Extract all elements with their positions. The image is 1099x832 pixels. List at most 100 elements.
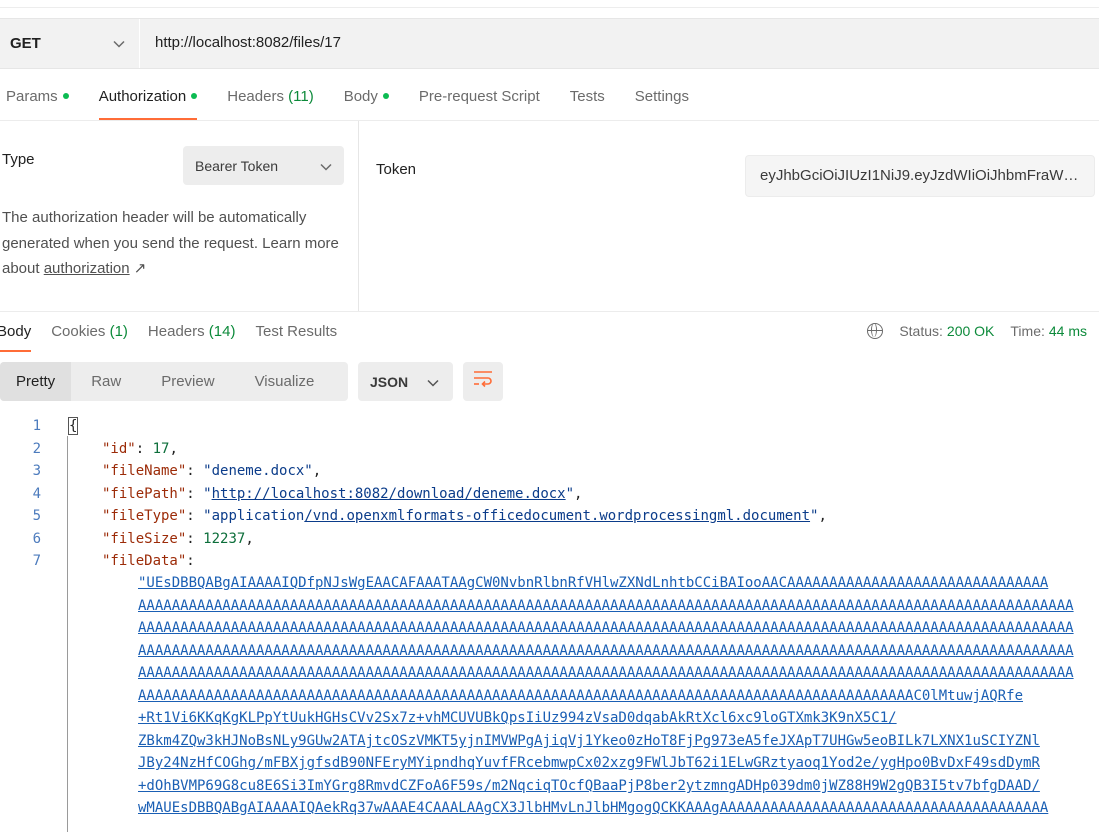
tab-settings-label: Settings — [634, 88, 689, 105]
url-input[interactable]: http://localhost:8082/files/17 — [155, 34, 341, 51]
filedata-line[interactable]: +dOhBVMP69G8cu8E6Si3ImYGrg8RmvdCZFoA6F59… — [138, 778, 1040, 794]
response-tab-cookies-count: (1) — [109, 323, 128, 340]
line-number: 7 — [32, 553, 41, 569]
tab-params[interactable]: Params — [6, 80, 69, 120]
time-value[interactable]: 44 ms — [1049, 323, 1087, 339]
line-number: 5 — [32, 508, 41, 524]
response-tab-headers[interactable]: Headers (14) — [148, 314, 236, 352]
wrap-lines-icon — [473, 370, 493, 393]
tab-headers-count: (11) — [288, 88, 314, 105]
tab-tests[interactable]: Tests — [570, 80, 605, 120]
time-label: Time: — [1010, 323, 1045, 339]
chevron-down-icon — [427, 374, 439, 390]
json-line-filesize: "fileSize": 12237, — [102, 531, 254, 547]
json-key: "filePath" — [102, 486, 187, 502]
auth-type-value: Bearer Token — [195, 157, 279, 174]
filepath-link[interactable]: http://localhost:8082/download/deneme.do… — [212, 486, 566, 502]
token-input[interactable]: eyJhbGciOiJIUzI1NiJ9.eyJzdWIiOiJhbmFraWx… — [745, 155, 1095, 197]
tab-settings[interactable]: Settings — [635, 80, 689, 120]
response-tab-body[interactable]: Body — [0, 314, 32, 352]
filedata-line[interactable]: "UEsDBBQABgAIAAAAIQDfpNJsWgEAACAFAAATAAg… — [138, 575, 1048, 591]
filetype-link[interactable]: /vnd.openxmlformats-officedocument.wordp… — [304, 508, 810, 524]
response-tabs: Body Cookies (1) Headers (14) Test Resul… — [0, 314, 357, 352]
response-divider — [0, 311, 1099, 312]
json-line-filetype: "fileType": "application/vnd.openxmlform… — [102, 508, 827, 524]
line-number: 1 — [32, 418, 41, 434]
view-raw[interactable]: Raw — [71, 373, 141, 390]
request-tabs: Params Authorization Headers (11) Body P… — [0, 80, 719, 120]
json-key: "fileSize" — [102, 531, 187, 547]
tab-authorization[interactable]: Authorization — [98, 80, 198, 120]
wrap-lines-button[interactable] — [463, 362, 503, 401]
tab-pre-request-script-label: Pre-request Script — [418, 88, 540, 105]
response-tab-test-results[interactable]: Test Results — [255, 314, 337, 352]
format-label: JSON — [370, 373, 409, 390]
json-value: "deneme.docx" — [203, 463, 313, 479]
authorization-link[interactable]: authorization — [44, 260, 130, 277]
response-tab-headers-label: Headers — [147, 323, 205, 340]
filedata-line[interactable]: JBy24NzHfCOGhg/mFBXjgfsdB90NFEryMYipndhq… — [138, 755, 1040, 771]
external-link-icon: ↗ — [133, 260, 147, 277]
filedata-line[interactable]: ZBkm4ZQw3kHJNoBsNLy9GUw2ATAjtcOSzVMKT5yj… — [138, 733, 1040, 749]
filedata-line[interactable]: AAAAAAAAAAAAAAAAAAAAAAAAAAAAAAAAAAAAAAAA… — [138, 665, 1074, 681]
auth-type-pane: Type Bearer Token The authorization head… — [0, 121, 359, 311]
filedata-line[interactable]: AAAAAAAAAAAAAAAAAAAAAAAAAAAAAAAAAAAAAAAA… — [138, 643, 1074, 659]
status-dot — [62, 93, 69, 100]
response-status: Status: 200 OK Time: 44 ms — [867, 323, 1087, 339]
json-line-filename: "fileName": "deneme.docx", — [102, 463, 322, 479]
line-number: 4 — [32, 486, 41, 502]
open-brace: { — [67, 417, 79, 435]
view-visualize[interactable]: Visualize — [235, 373, 335, 390]
chevron-down-icon — [320, 158, 332, 174]
tab-pre-request-script[interactable]: Pre-request Script — [419, 80, 540, 120]
globe-icon[interactable] — [867, 323, 884, 339]
auth-token-pane: Token eyJhbGciOiJIUzI1NiJ9.eyJzdWIiOiJhb… — [360, 121, 1099, 311]
status-label: Status: — [899, 323, 943, 339]
format-select[interactable]: JSON — [358, 362, 453, 401]
tab-body[interactable]: Body — [344, 80, 389, 120]
json-value: 17 — [152, 441, 170, 457]
line-number: 6 — [32, 531, 41, 547]
json-value: "application — [203, 508, 305, 524]
view-preview[interactable]: Preview — [141, 373, 234, 390]
filedata-line[interactable]: wMAUEsDBBQABgAIAAAAIQAekRq37wAAAE4CAAALA… — [138, 800, 1048, 816]
response-tab-cookies[interactable]: Cookies (1) — [51, 314, 128, 352]
top-divider — [0, 7, 1099, 8]
status-value[interactable]: 200 OK — [947, 323, 994, 339]
response-body-editor[interactable]: 1 2 3 4 5 6 7 { "id": 17, "fileName": "d… — [0, 414, 1099, 832]
auth-help-text: The authorization header will be automat… — [2, 205, 342, 282]
line-number: 2 — [32, 441, 41, 457]
json-line-id: "id": 17, — [102, 441, 178, 457]
chevron-down-icon — [113, 36, 125, 51]
filedata-line[interactable]: AAAAAAAAAAAAAAAAAAAAAAAAAAAAAAAAAAAAAAAA… — [138, 620, 1074, 636]
response-tab-test-results-label: Test Results — [255, 323, 338, 340]
filedata-line[interactable]: +Rt1Vi6KKqKgKLPpYtUukHGHsCVv2Sx7z+vhMCUV… — [138, 710, 897, 726]
tab-authorization-label: Authorization — [98, 88, 187, 105]
json-line-filedata: "fileData": — [102, 553, 195, 569]
json-key: "fileType" — [102, 508, 187, 524]
request-url-bar: GET http://localhost:8082/files/17 — [0, 18, 1099, 69]
method-select[interactable]: GET — [0, 19, 140, 68]
tab-body-label: Body — [343, 88, 378, 105]
json-key: "fileData" — [102, 553, 187, 569]
json-key: "id" — [102, 441, 136, 457]
json-value: 12237 — [203, 531, 246, 547]
view-mode-switcher: Pretty Raw Preview Visualize — [0, 362, 348, 401]
token-label: Token — [376, 161, 417, 178]
status-dot — [191, 93, 198, 100]
json-line-filepath: "filePath": "http://localhost:8082/downl… — [102, 486, 583, 502]
auth-type-label: Type — [2, 151, 35, 168]
json-key: "fileName" — [102, 463, 187, 479]
response-tab-cookies-label: Cookies — [51, 323, 106, 340]
indent-guide — [67, 436, 68, 832]
filedata-line[interactable]: AAAAAAAAAAAAAAAAAAAAAAAAAAAAAAAAAAAAAAAA… — [138, 688, 1023, 704]
tab-headers[interactable]: Headers (11) — [227, 80, 313, 120]
tab-headers-label: Headers — [227, 88, 284, 105]
auth-type-select[interactable]: Bearer Token — [183, 146, 344, 185]
view-pretty[interactable]: Pretty — [0, 362, 72, 401]
json-open-brace: { — [67, 417, 79, 435]
status-dot — [382, 93, 389, 100]
json-value-end: " — [810, 508, 819, 524]
filedata-line[interactable]: AAAAAAAAAAAAAAAAAAAAAAAAAAAAAAAAAAAAAAAA… — [138, 598, 1074, 614]
tab-tests-label: Tests — [569, 88, 605, 105]
